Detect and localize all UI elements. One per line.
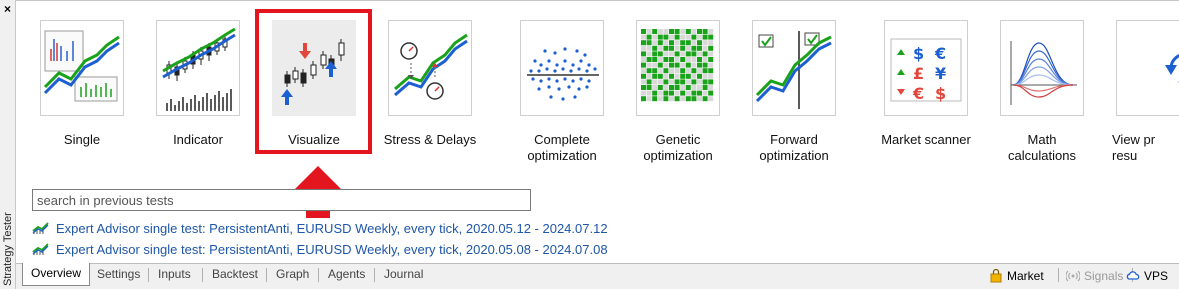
tab-separator: [266, 268, 267, 282]
svg-text:$: $: [913, 44, 924, 63]
mode-label: Genetic optimization: [643, 132, 713, 163]
forward-optimization-icon: [752, 20, 836, 116]
tab-separator: [318, 268, 319, 282]
svg-text:¥: ¥: [935, 64, 946, 83]
tab-inputs[interactable]: Inputs: [158, 264, 191, 286]
test-chart-icon: [32, 222, 49, 234]
vps-label: VPS: [1144, 269, 1169, 283]
svg-text:€: €: [934, 44, 946, 63]
mode-label: Indicator: [173, 132, 223, 147]
test-chart-icon: [32, 243, 49, 255]
mode-math-calculations[interactable]: Math calculations: [986, 8, 1098, 166]
mode-stress-delays[interactable]: Stress & Delays: [374, 8, 486, 166]
mode-genetic-optimization[interactable]: Genetic optimization: [622, 8, 734, 166]
tab-graph[interactable]: Graph: [276, 264, 309, 286]
tab-agents[interactable]: Agents: [328, 264, 365, 286]
market-bag-icon: [990, 269, 1002, 283]
tab-separator: [1058, 268, 1059, 282]
complete-optimization-icon: [520, 20, 604, 116]
math-calculations-icon: [1000, 20, 1084, 116]
panel-vertical-title: Strategy Tester: [2, 212, 14, 286]
mode-single[interactable]: Single: [26, 8, 138, 166]
mode-label: View pr resu: [1112, 132, 1156, 163]
tab-separator: [148, 268, 149, 282]
history-item-label: Expert Advisor single test: PersistentAn…: [56, 220, 608, 236]
market-scanner-icon: $ € £ ¥ € $: [884, 20, 968, 116]
top-border: [16, 0, 1179, 1]
tab-settings[interactable]: Settings: [97, 264, 140, 286]
mode-label: Stress & Delays: [383, 132, 477, 147]
single-test-icon: [40, 20, 124, 116]
history-item-label: Expert Advisor single test: PersistentAn…: [56, 241, 608, 257]
svg-text:$: $: [935, 84, 946, 103]
market-button[interactable]: Market: [989, 268, 1044, 284]
mode-forward-optimization[interactable]: Forward optimization: [738, 8, 850, 166]
tab-journal[interactable]: Journal: [384, 264, 423, 286]
mode-market-scanner[interactable]: $ € £ ¥ € $ Market scanner: [870, 8, 982, 166]
cloud-icon: [1126, 271, 1140, 280]
mode-complete-optimization[interactable]: Complete optimization: [506, 8, 618, 166]
history-item[interactable]: Expert Advisor single test: PersistentAn…: [32, 240, 608, 258]
signals-icon: [1066, 270, 1080, 282]
market-label: Market: [1007, 269, 1044, 283]
svg-text:£: £: [913, 64, 924, 83]
tab-overview[interactable]: Overview: [22, 263, 91, 286]
mode-indicator[interactable]: Indicator: [142, 8, 254, 166]
mode-label: Math calculations: [1008, 132, 1076, 163]
close-icon[interactable]: ×: [0, 2, 15, 16]
vps-button[interactable]: VPS: [1126, 268, 1168, 284]
search-input[interactable]: [32, 189, 531, 211]
mode-label: Complete optimization: [527, 132, 597, 163]
genetic-optimization-icon: [636, 20, 720, 116]
mode-view-previous-results[interactable]: View pr resu: [1102, 8, 1179, 166]
tab-separator: [374, 268, 375, 282]
mode-label: Market scanner: [881, 132, 971, 147]
tab-backtest[interactable]: Backtest: [212, 264, 258, 286]
tab-bar: Overview Settings Inputs Backtest Graph …: [16, 263, 1179, 289]
tab-separator: [202, 268, 203, 282]
mode-label: Visualize: [288, 132, 340, 147]
mode-visualize[interactable]: Visualize: [258, 8, 370, 166]
svg-text:€: €: [912, 84, 924, 103]
history-item[interactable]: Expert Advisor single test: PersistentAn…: [32, 219, 608, 237]
side-panel: × Strategy Tester: [0, 0, 16, 289]
mode-label: Forward optimization: [759, 132, 829, 163]
view-previous-results-icon: [1116, 20, 1179, 116]
signals-label: Signals: [1084, 269, 1124, 283]
mode-label: Single: [63, 132, 101, 147]
signals-button[interactable]: Signals: [1066, 268, 1123, 284]
indicator-test-icon: [156, 20, 240, 116]
visualize-icon: [272, 20, 356, 116]
stress-delays-icon: [388, 20, 472, 116]
